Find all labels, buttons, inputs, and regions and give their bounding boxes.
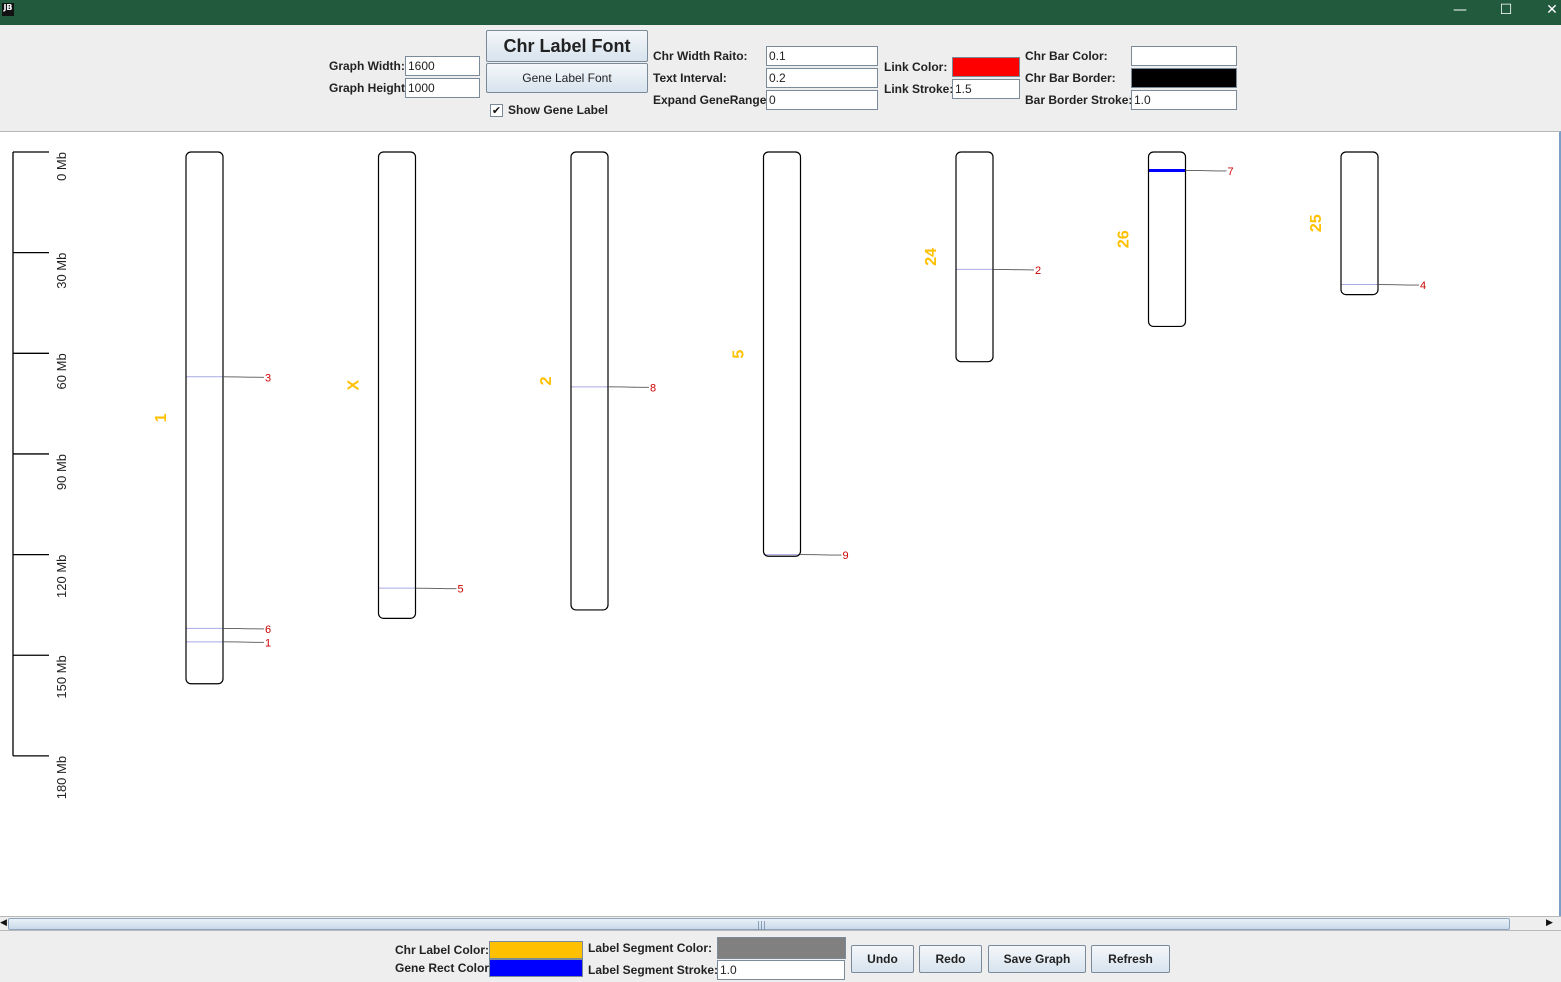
redo-button[interactable]: Redo bbox=[919, 945, 982, 973]
scale-tick-label: 120 Mb bbox=[54, 555, 69, 598]
scale-tick-label: 0 Mb bbox=[54, 152, 69, 181]
chromosome-label: X bbox=[346, 380, 363, 391]
chromosome-bar bbox=[570, 151, 609, 611]
gene-link-line bbox=[607, 386, 650, 388]
app-icon: JB bbox=[2, 3, 14, 16]
link-color-label: Link Color: bbox=[884, 60, 948, 74]
chr-bar-border-label: Chr Bar Border: bbox=[1025, 71, 1116, 85]
gene-label: 8 bbox=[650, 382, 656, 394]
save-graph-button[interactable]: Save Graph bbox=[988, 945, 1086, 973]
graph-height-input[interactable]: 1000 bbox=[405, 78, 480, 98]
link-color-swatch[interactable] bbox=[952, 57, 1020, 77]
link-stroke-input[interactable]: 1.5 bbox=[952, 79, 1020, 99]
horizontal-scrollbar[interactable]: ◀ ||| ▶ bbox=[0, 916, 1561, 931]
gene-rect-color-label: Gene Rect Color: bbox=[395, 961, 494, 975]
chr-bar-border-swatch[interactable] bbox=[1131, 68, 1237, 88]
scale-tick-label: 90 Mb bbox=[54, 454, 69, 490]
link-stroke-label: Link Stroke: bbox=[884, 82, 954, 96]
label-segment-color-swatch[interactable] bbox=[717, 937, 846, 959]
show-gene-label-label: Show Gene Label bbox=[508, 103, 609, 117]
show-gene-label-checkbox[interactable]: ✔ bbox=[490, 104, 503, 117]
chromosome-label: 5 bbox=[731, 350, 748, 359]
chromosome-bar bbox=[185, 151, 224, 685]
graph-width-input[interactable]: 1600 bbox=[405, 56, 480, 76]
gene-label: 7 bbox=[1228, 166, 1234, 178]
gene-label: 1 bbox=[265, 637, 271, 649]
close-button[interactable]: ✕ bbox=[1532, 0, 1561, 22]
bar-border-stroke-input[interactable]: 1.0 bbox=[1131, 90, 1237, 110]
chromosome-label: 2 bbox=[538, 376, 555, 385]
label-segment-stroke-label: Label Segment Stroke: bbox=[588, 963, 719, 977]
gene-link-line bbox=[1377, 284, 1420, 286]
scale-tick-label: 60 Mb bbox=[54, 353, 69, 389]
chr-width-ratio-label: Chr Width Raito: bbox=[653, 49, 748, 63]
chr-label-color-label: Chr Label Color: bbox=[395, 943, 490, 957]
chromosome-bar bbox=[1147, 151, 1187, 328]
gene-link-line bbox=[222, 641, 265, 643]
scale-tick-label: 180 Mb bbox=[54, 756, 69, 799]
maximize-button[interactable]: ☐ bbox=[1486, 0, 1526, 22]
label-segment-stroke-input[interactable]: 1.0 bbox=[717, 960, 845, 980]
chr-label-font-button[interactable]: Chr Label Font bbox=[486, 30, 648, 62]
expand-gene-range-input[interactable]: 0 bbox=[766, 90, 878, 110]
chromosome-label: 25 bbox=[1308, 214, 1325, 232]
scale-tick-label: 30 Mb bbox=[54, 253, 69, 289]
gene-label: 2 bbox=[1035, 265, 1041, 277]
chromosome-bar bbox=[762, 151, 802, 557]
refresh-button[interactable]: Refresh bbox=[1091, 945, 1170, 973]
grip-icon: ||| bbox=[757, 921, 767, 931]
gene-link-line bbox=[222, 627, 265, 630]
bar-border-stroke-label: Bar Border Stroke: bbox=[1025, 93, 1133, 107]
chr-bar-color-swatch[interactable] bbox=[1131, 46, 1237, 66]
chromosome-bar bbox=[377, 151, 417, 619]
gene-label: 6 bbox=[265, 624, 271, 636]
title-bar: JB — ☐ ✕ bbox=[0, 0, 1561, 25]
gene-label-font-button[interactable]: Gene Label Font bbox=[486, 63, 648, 93]
gene-link-line bbox=[415, 587, 457, 590]
chromosome-chart: 0 Mb30 Mb60 Mb90 Mb120 Mb150 Mb180 Mb361… bbox=[12, 151, 1426, 799]
minimize-button[interactable]: — bbox=[1440, 0, 1480, 22]
chr-bar-color-label: Chr Bar Color: bbox=[1025, 49, 1108, 63]
gene-rect-color-swatch[interactable] bbox=[489, 959, 583, 977]
graph-height-label: Graph Height: bbox=[329, 81, 409, 95]
graph-canvas: 0 Mb 30 Mb 60 Mb 90 Mb 120 Mb 150 Mb 180 Mb 3 6 1… bbox=[0, 131, 1561, 917]
text-interval-input[interactable]: 0.2 bbox=[766, 68, 878, 88]
chr-width-ratio-input[interactable]: 0.1 bbox=[766, 46, 878, 66]
gene-label: 9 bbox=[843, 550, 849, 562]
scrollbar-thumb[interactable]: ||| bbox=[8, 918, 1510, 931]
scale-tick-label: 150 Mb bbox=[54, 655, 69, 698]
text-interval-label: Text Interval: bbox=[653, 71, 727, 85]
chromosome-label: 1 bbox=[153, 413, 170, 422]
scroll-left-arrow-icon[interactable]: ◀ bbox=[0, 918, 7, 928]
label-segment-color-label: Label Segment Color: bbox=[588, 941, 713, 955]
chromosome-bar bbox=[955, 151, 994, 363]
expand-gene-range-label: Expand GeneRange: bbox=[653, 93, 771, 107]
gene-link-line bbox=[222, 376, 265, 378]
undo-button[interactable]: Undo bbox=[851, 945, 914, 973]
chromosome-label: 26 bbox=[1116, 230, 1133, 248]
gene-label: 5 bbox=[458, 584, 464, 596]
scroll-right-arrow-icon[interactable]: ▶ bbox=[1546, 918, 1553, 928]
graph-width-label: Graph Width: bbox=[329, 59, 405, 73]
gene-label: 4 bbox=[1420, 280, 1426, 292]
gene-label: 3 bbox=[265, 372, 271, 384]
chromosome-label: 24 bbox=[923, 248, 940, 266]
chr-label-color-swatch[interactable] bbox=[489, 941, 583, 959]
gene-link-line bbox=[1185, 170, 1227, 172]
gene-link-line bbox=[800, 554, 842, 556]
gene-link-line bbox=[992, 268, 1035, 271]
chromosome-bar bbox=[1340, 151, 1379, 296]
